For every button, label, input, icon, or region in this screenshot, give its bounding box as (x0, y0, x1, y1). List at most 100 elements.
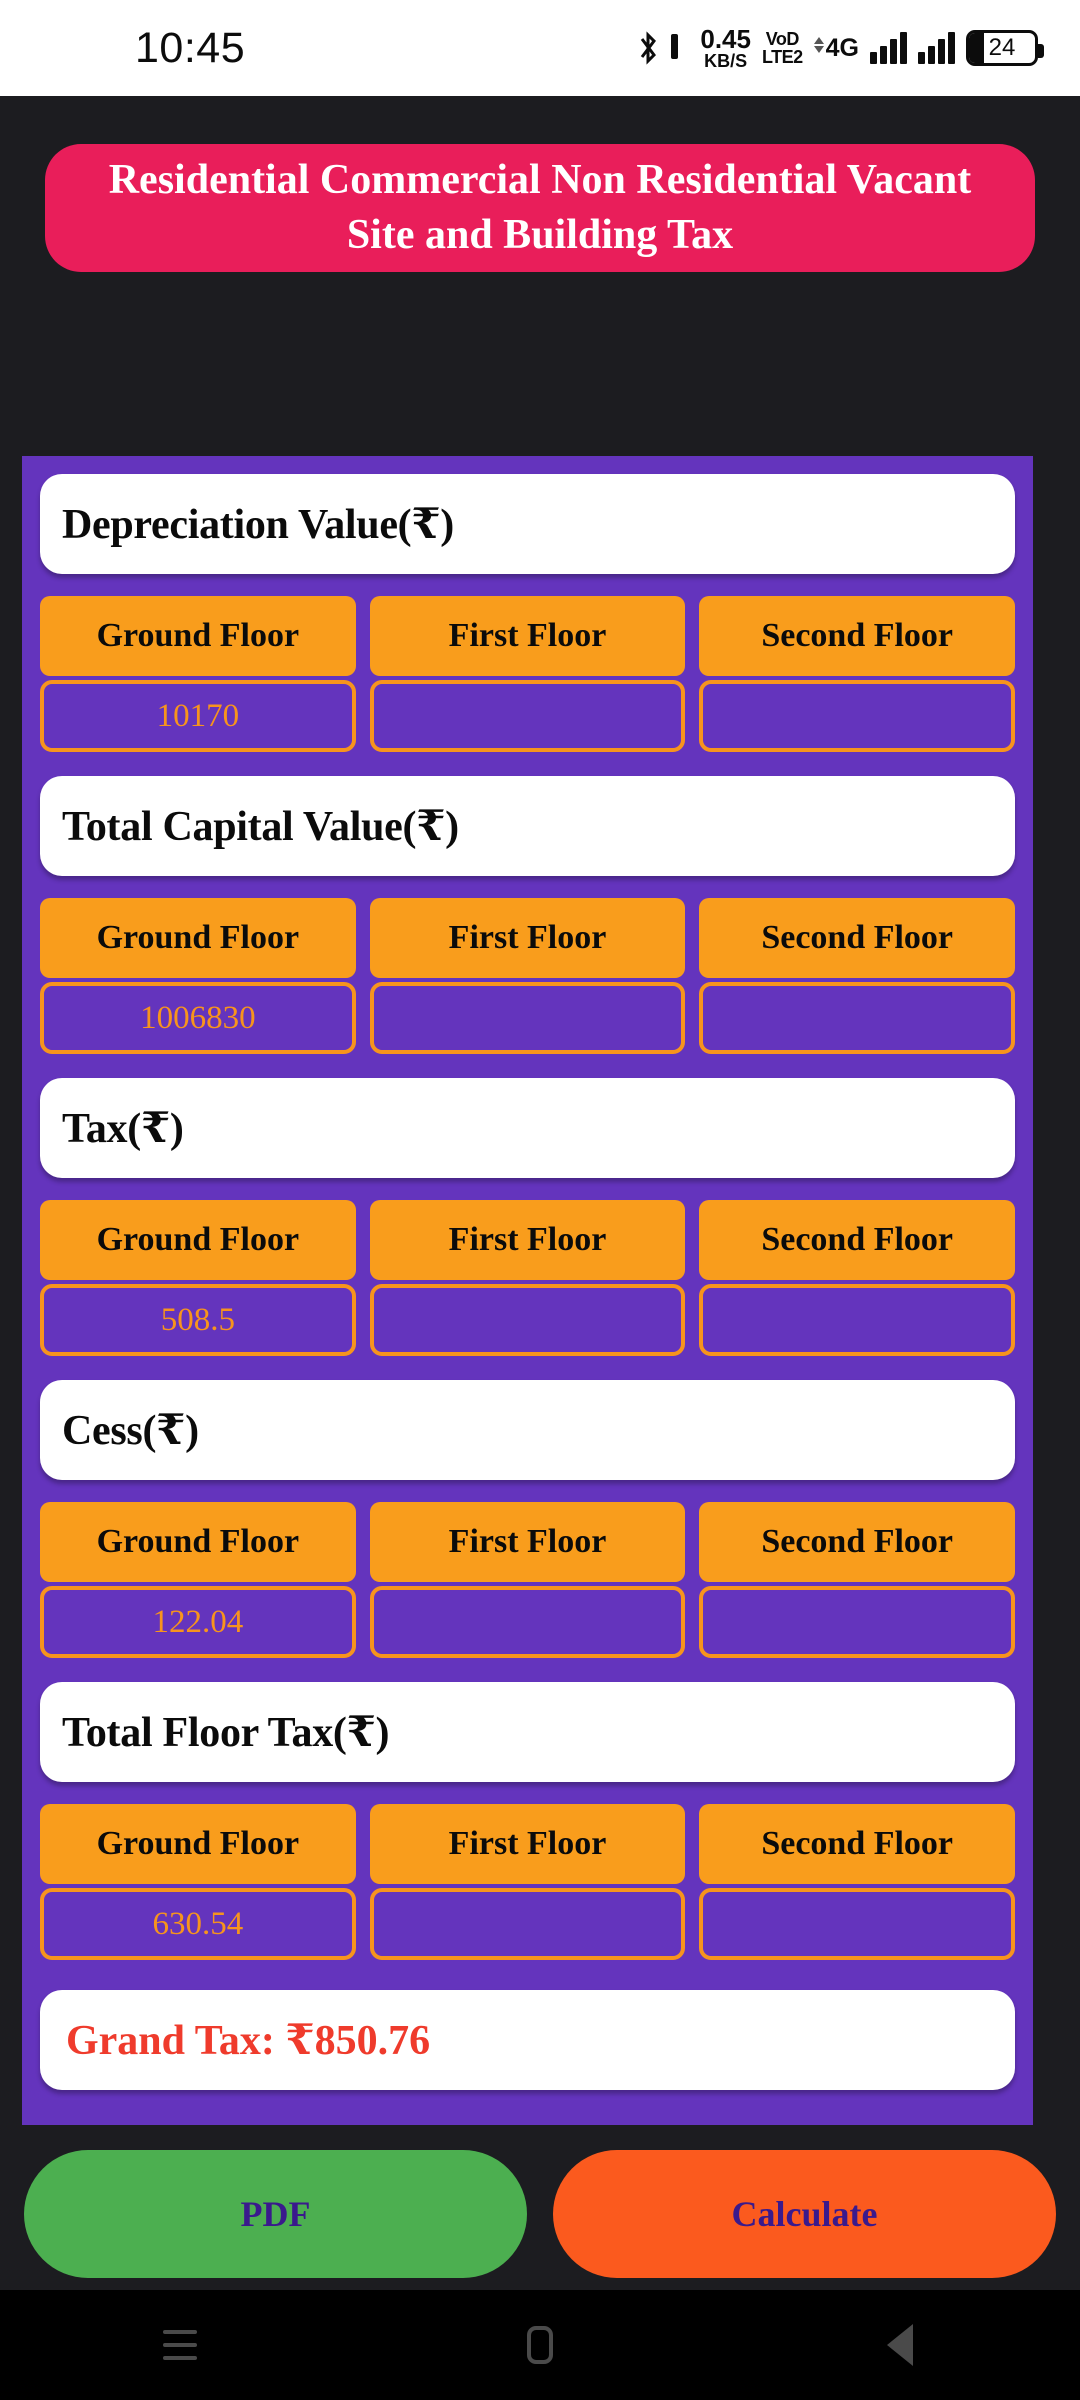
value-field-2[interactable] (369, 1586, 686, 1658)
floor-header-label: Second Floor (761, 1825, 954, 1862)
floor-header-2[interactable]: First Floor (369, 1502, 686, 1582)
floor-header-2[interactable]: First Floor (369, 1804, 686, 1884)
floor-header-label: Ground Floor (96, 617, 300, 654)
section-label-card: Total Floor Tax(₹) (40, 1682, 1015, 1782)
floor-header-2[interactable]: First Floor (369, 1200, 686, 1280)
grand-total-card: Grand Tax: ₹850.76 (40, 1990, 1015, 2090)
floor-header-label: Ground Floor (96, 1825, 300, 1862)
phone-screen: 10:45 0.45 KB/S VoD LTE2 4G 24 Residenti… (0, 0, 1080, 2400)
floor-value-row: 122.04 (40, 1586, 1016, 1658)
floor-header-1[interactable]: Ground Floor (40, 898, 356, 978)
section-label: Cess(₹) (62, 1408, 199, 1454)
floor-header-row: Ground Floor First Floor Second Floor (40, 596, 1016, 676)
value-field-text: 122.04 (152, 1603, 244, 1640)
status-bar-clock: 10:45 (135, 23, 246, 72)
floor-header-label: Second Floor (761, 1221, 954, 1258)
value-field-text: 508.5 (160, 1301, 235, 1338)
value-field-1[interactable]: 630.54 (40, 1888, 356, 1960)
floor-header-3[interactable]: Second Floor (699, 898, 1016, 978)
floor-header-label: Second Floor (761, 919, 954, 956)
value-field-3[interactable] (699, 680, 1016, 752)
android-navigation-bar (0, 2290, 1080, 2400)
floor-value-row: 1006830 (40, 982, 1016, 1054)
floor-value-row: 508.5 (40, 1284, 1016, 1356)
value-field-2[interactable] (369, 680, 686, 752)
tax-section: Depreciation Value(₹) Ground Floor First … (22, 456, 1033, 752)
status-bar: 10:45 0.45 KB/S VoD LTE2 4G 24 (0, 0, 1080, 96)
data-speed-unit: KB/S (704, 51, 748, 71)
value-field-3[interactable] (699, 1284, 1016, 1356)
recents-button[interactable] (120, 2290, 240, 2400)
floor-header-2[interactable]: First Floor (369, 898, 686, 978)
tax-breakdown-panel: Depreciation Value(₹) Ground Floor First … (22, 456, 1033, 2125)
floor-header-1[interactable]: Ground Floor (40, 596, 356, 676)
calculate-button-label: Calculate (731, 2194, 878, 2234)
floor-header-label: Ground Floor (96, 1221, 300, 1258)
floor-value-row: 630.54 (40, 1888, 1016, 1960)
value-field-3[interactable] (699, 1586, 1016, 1658)
floor-header-1[interactable]: Ground Floor (40, 1200, 356, 1280)
value-field-1[interactable]: 1006830 (40, 982, 356, 1054)
floor-header-label: Second Floor (761, 1523, 954, 1560)
section-label-card: Cess(₹) (40, 1380, 1015, 1480)
value-field-3[interactable] (699, 982, 1016, 1054)
home-button[interactable] (480, 2290, 600, 2400)
floor-header-3[interactable]: Second Floor (699, 1200, 1016, 1280)
battery-percent-label: 24 (988, 34, 1016, 61)
pdf-button-label: PDF (240, 2194, 311, 2234)
battery-fill (969, 33, 984, 63)
back-button[interactable] (840, 2290, 960, 2400)
pdf-button[interactable]: PDF (24, 2150, 527, 2278)
section-label-card: Total Capital Value(₹) (40, 776, 1015, 876)
tax-section: Total Capital Value(₹) Ground Floor First… (22, 752, 1033, 1054)
calculate-button[interactable]: Calculate (553, 2150, 1056, 2278)
value-field-1[interactable]: 10170 (40, 680, 356, 752)
floor-header-label: Ground Floor (96, 919, 300, 956)
section-label: Total Floor Tax(₹) (62, 1710, 390, 1756)
value-field-1[interactable]: 122.04 (40, 1586, 356, 1658)
signal-bars-sim1-icon (870, 32, 907, 64)
section-label: Tax(₹) (62, 1106, 184, 1152)
value-field-text: 1006830 (140, 999, 256, 1036)
floor-header-label: Second Floor (761, 617, 954, 654)
floor-header-label: First Floor (448, 617, 607, 654)
floor-header-2[interactable]: First Floor (369, 596, 686, 676)
floor-header-label: First Floor (448, 1523, 607, 1560)
grand-total-section: Grand Tax: ₹850.76 (22, 1960, 1033, 2090)
recents-icon (163, 2330, 197, 2360)
floor-header-1[interactable]: Ground Floor (40, 1804, 356, 1884)
floor-header-3[interactable]: Second Floor (699, 596, 1016, 676)
floor-header-label: First Floor (448, 1825, 607, 1862)
action-button-bar: PDF Calculate (0, 2150, 1080, 2278)
data-speed-value: 0.45 (700, 24, 751, 54)
value-field-1[interactable]: 508.5 (40, 1284, 356, 1356)
floor-header-1[interactable]: Ground Floor (40, 1502, 356, 1582)
home-icon (527, 2326, 553, 2364)
tax-section: Cess(₹) Ground Floor First Floor Second Fl… (22, 1356, 1033, 1658)
volte-icon: VoD LTE2 (762, 30, 803, 66)
floor-value-row: 10170 (40, 680, 1016, 752)
bluetooth-battery-icon (669, 31, 689, 65)
value-field-3[interactable] (699, 1888, 1016, 1960)
battery-indicator: 24 (966, 30, 1044, 66)
section-label: Depreciation Value(₹) (62, 502, 454, 548)
floor-header-row: Ground Floor First Floor Second Floor (40, 1502, 1016, 1582)
status-bar-indicators: 0.45 KB/S VoD LTE2 4G 24 (638, 26, 1044, 70)
volte-line-2: LTE2 (761, 47, 803, 67)
floor-header-3[interactable]: Second Floor (699, 1804, 1016, 1884)
value-field-text: 10170 (156, 697, 240, 734)
value-field-2[interactable] (369, 1888, 686, 1960)
tax-section: Total Floor Tax(₹) Ground Floor First Flo… (22, 1658, 1033, 1960)
section-label-card: Tax(₹) (40, 1078, 1015, 1178)
grand-total-label: Grand Tax: ₹850.76 (66, 2018, 431, 2064)
signal-bars-sim2-icon (918, 32, 955, 64)
bluetooth-icon (638, 31, 658, 65)
value-field-2[interactable] (369, 1284, 686, 1356)
floor-header-row: Ground Floor First Floor Second Floor (40, 1804, 1016, 1884)
value-field-2[interactable] (369, 982, 686, 1054)
data-speed-indicator: 0.45 KB/S (700, 26, 751, 70)
volte-line-1: VoD (765, 29, 800, 49)
network-type-indicator: 4G (813, 34, 859, 63)
section-label-card: Depreciation Value(₹) (40, 474, 1015, 574)
floor-header-3[interactable]: Second Floor (699, 1502, 1016, 1582)
